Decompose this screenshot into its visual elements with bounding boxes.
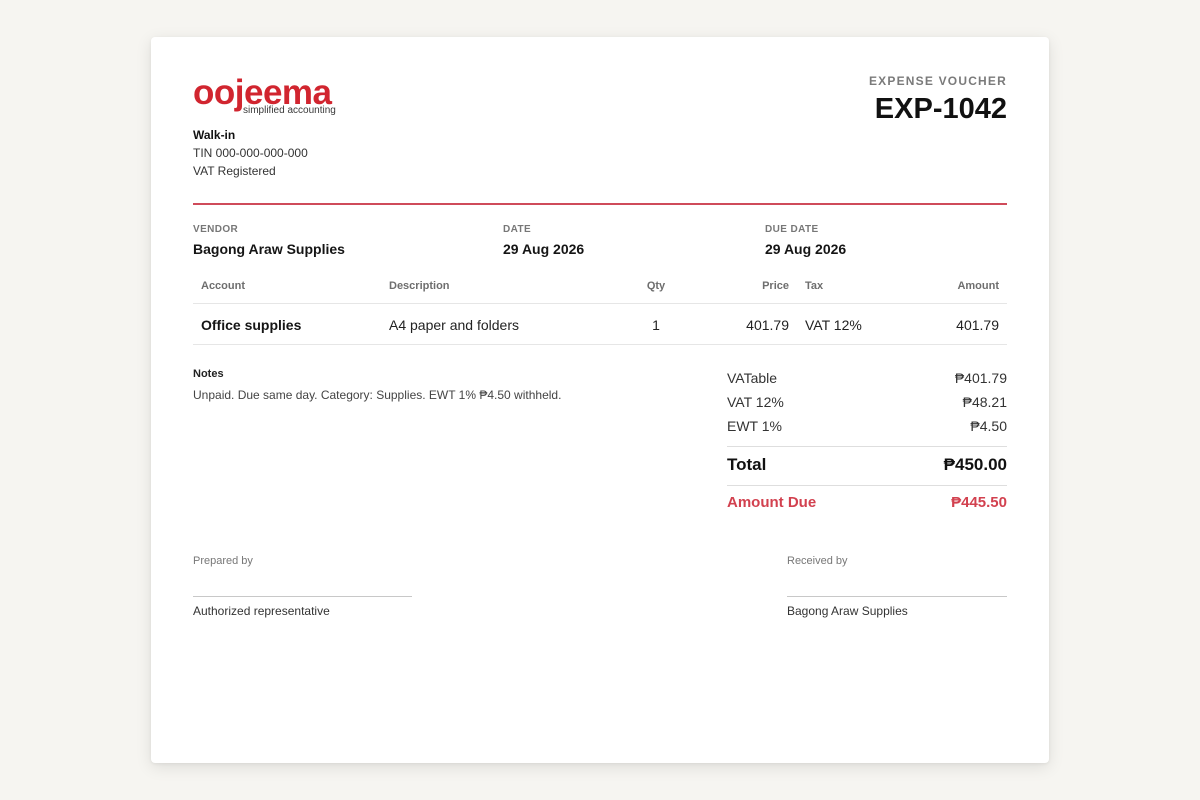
row-account: Office supplies [201, 317, 302, 333]
date-label: DATE [503, 224, 532, 235]
line-items-table: Account Description Qty Price Tax Amount… [193, 270, 1007, 345]
prepared-by-label: Prepared by [193, 555, 253, 567]
prepared-by-signature-line [193, 596, 412, 597]
company-logo: oojeema simplified accounting [193, 73, 343, 119]
vendor-value: Bagong Araw Supplies [193, 241, 345, 257]
total-row: Total ₱450.00 [727, 455, 1007, 485]
received-by-name: Bagong Araw Supplies [787, 604, 908, 618]
vatable-label: VATable [727, 370, 778, 386]
document-number: EXP-1042 [874, 93, 1007, 125]
totals-divider [727, 446, 1007, 447]
table-header-row: Account Description Qty Price Tax Amount [193, 270, 1007, 304]
row-tax: VAT 12% [805, 317, 862, 333]
vat-label: VAT 12% [727, 394, 784, 410]
column-header-account: Account [201, 280, 245, 292]
logo-tagline: simplified accounting [243, 105, 336, 116]
row-price: 401.79 [746, 317, 789, 333]
vat-row: VAT 12% ₱48.21 [727, 394, 1007, 418]
ewt-row: EWT 1% ₱4.50 [727, 418, 1007, 442]
due-date-label: DUE DATE [765, 224, 819, 235]
ewt-label: EWT 1% [727, 418, 782, 434]
column-header-amount: Amount [957, 280, 999, 292]
column-header-tax: Tax [805, 280, 824, 292]
column-header-qty: Qty [646, 280, 666, 292]
row-qty: 1 [652, 317, 660, 333]
date-value: 29 Aug 2026 [503, 241, 585, 257]
document-type: EXPENSE VOUCHER [868, 74, 1007, 88]
total-value: ₱450.00 [943, 455, 1007, 474]
column-header-description: Description [389, 280, 450, 292]
company-tin: TIN 000-000-000-000 [193, 146, 308, 160]
ewt-value: ₱4.50 [970, 418, 1007, 434]
amount-due-label: Amount Due [727, 494, 817, 511]
table-row: Office supplies A4 paper and folders 1 4… [193, 304, 1007, 345]
totals-summary: VATable ₱401.79 VAT 12% ₱48.21 EWT 1% ₱4… [727, 370, 1007, 520]
amount-due-row: Amount Due ₱445.50 [727, 494, 1007, 520]
received-by-label: Received by [787, 555, 848, 567]
received-by-signature-line [787, 596, 1007, 597]
notes-title: Notes [193, 368, 224, 380]
amount-due-value: ₱445.50 [951, 494, 1007, 511]
vatable-value: ₱401.79 [954, 370, 1007, 386]
prepared-by-name: Authorized representative [193, 604, 330, 618]
row-description: A4 paper and folders [389, 317, 519, 333]
company-name: Walk-in [193, 128, 236, 142]
row-amount: 401.79 [956, 317, 999, 333]
expense-voucher-card: oojeema simplified accounting Walk-in TI… [151, 37, 1049, 763]
totals-divider-2 [727, 485, 1007, 486]
company-vat-status: VAT Registered [193, 164, 276, 178]
vendor-label: VENDOR [193, 224, 239, 235]
vat-value: ₱48.21 [962, 394, 1007, 410]
due-date-value: 29 Aug 2026 [765, 241, 847, 257]
vatable-row: VATable ₱401.79 [727, 370, 1007, 394]
notes-text: Unpaid. Due same day. Category: Supplies… [193, 388, 562, 402]
total-label: Total [727, 455, 767, 474]
column-header-price: Price [762, 280, 789, 292]
header-divider [193, 203, 1007, 205]
